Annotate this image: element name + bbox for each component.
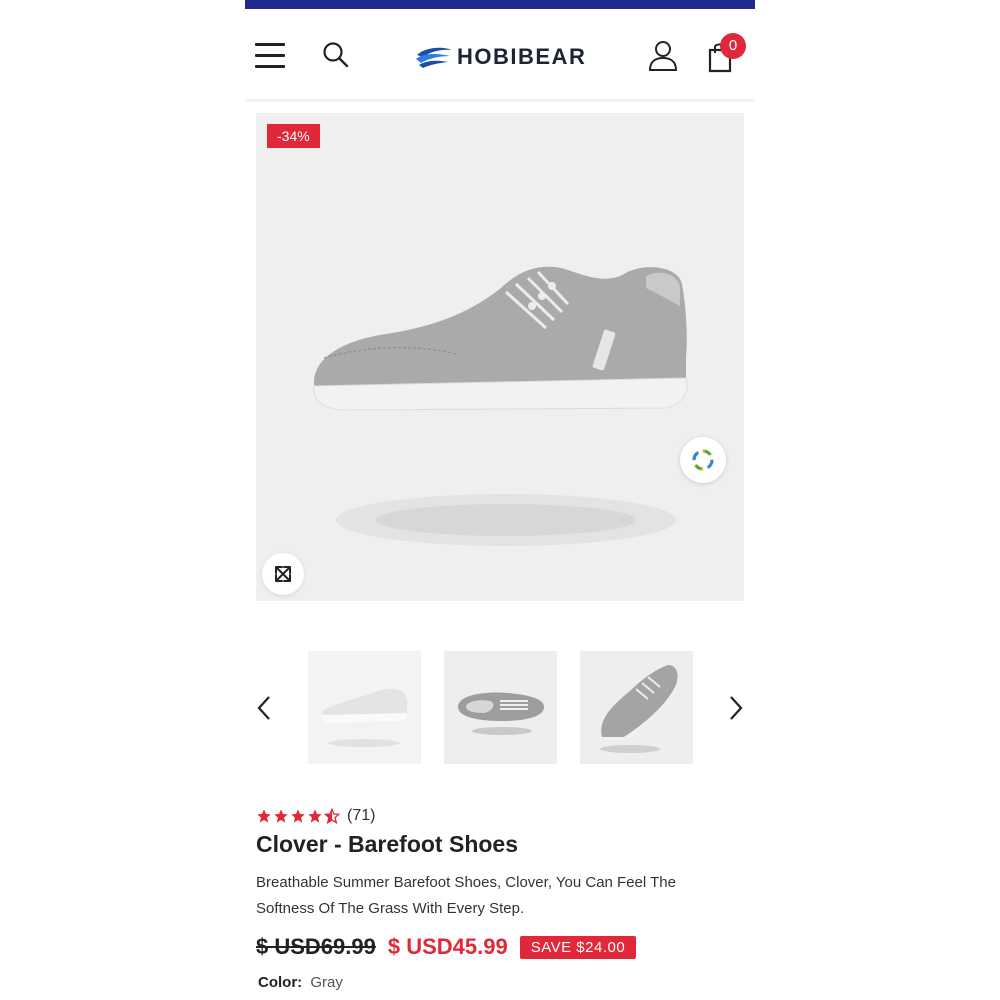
- sale-price: $ USD45.99: [387, 934, 508, 959]
- brand-logo[interactable]: HOBIBEAR: [415, 43, 587, 71]
- expand-icon[interactable]: [262, 553, 304, 595]
- thumbnail-3[interactable]: [580, 651, 693, 764]
- product-page: HOBIBEAR 0 -34% (71) Clover - Barefoot S…: [245, 0, 755, 1000]
- save-badge: SAVE $24.00: [519, 935, 637, 959]
- chevron-right-icon[interactable]: [727, 695, 745, 721]
- discount-badge: -34%: [267, 124, 320, 148]
- product-title: Clover - Barefoot Shoes: [256, 831, 518, 857]
- star-icon: [274, 809, 288, 823]
- search-icon[interactable]: [322, 41, 350, 69]
- shoe-image: [313, 266, 688, 546]
- star-icon: [257, 809, 271, 823]
- star-icon: [291, 809, 305, 823]
- cart-count-badge: 0: [720, 33, 746, 59]
- color-option: Color: Gray: [258, 974, 343, 991]
- product-description: Breathable Summer Barefoot Shoes, Clover…: [256, 874, 676, 917]
- thumbnail-carousel: [245, 651, 755, 764]
- star-rating: [256, 808, 341, 824]
- thumbnail-2[interactable]: [444, 651, 557, 764]
- compare-at-price: $ USD69.99: [256, 934, 376, 959]
- product-rating[interactable]: (71): [256, 806, 375, 826]
- site-header: HOBIBEAR 0: [245, 9, 755, 102]
- color-value: Gray: [310, 974, 343, 991]
- star-icon: [308, 809, 322, 823]
- review-count[interactable]: (71): [347, 807, 375, 825]
- product-main-image[interactable]: -34%: [256, 113, 744, 601]
- color-swatch-icon[interactable]: [680, 437, 726, 483]
- brand-logo-mark: [416, 47, 452, 68]
- thumbnail-1[interactable]: [308, 651, 421, 764]
- menu-icon[interactable]: [255, 43, 285, 68]
- color-label: Color:: [258, 974, 303, 991]
- brand-name: HOBIBEAR: [457, 44, 587, 69]
- chevron-left-icon[interactable]: [255, 695, 273, 721]
- announcement-bar: [245, 0, 755, 9]
- user-icon[interactable]: [648, 40, 678, 72]
- star-half-icon: [324, 808, 340, 824]
- price-row: $ USD69.99 $ USD45.99 SAVE $24.00: [256, 932, 637, 962]
